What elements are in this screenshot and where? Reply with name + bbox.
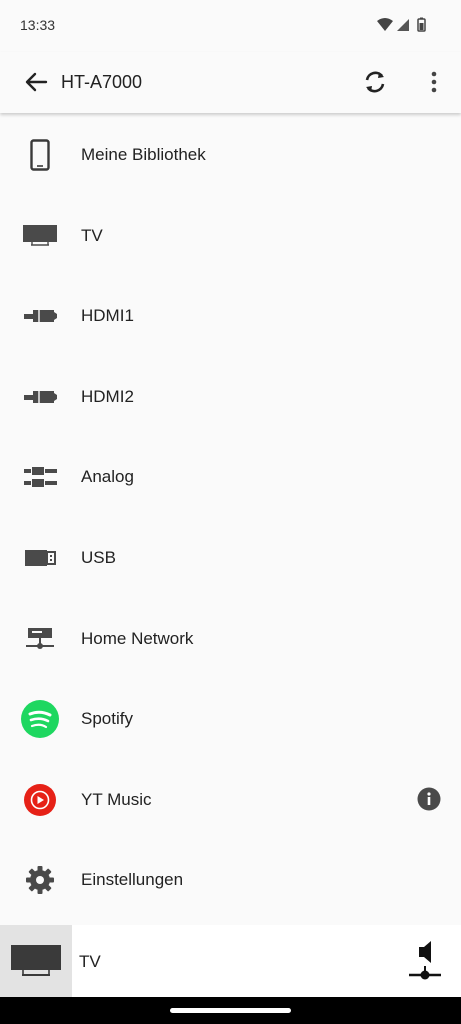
status-bar: 13:33 — [0, 0, 461, 52]
source-item-hdmi1[interactable]: HDMI1 — [0, 275, 461, 356]
page-title: HT-A7000 — [61, 72, 143, 92]
app-bar: HT-A7000 — [0, 52, 461, 113]
refresh-icon — [365, 71, 385, 93]
now-playing-label: TV — [79, 952, 101, 971]
status-icons — [377, 17, 431, 33]
settings-gear-icon — [20, 860, 60, 900]
yt-music-icon — [20, 780, 60, 820]
hdmi-icon — [20, 296, 60, 336]
home-gesture-handle[interactable] — [170, 1008, 291, 1013]
source-label: Spotify — [81, 709, 133, 729]
source-label: HDMI2 — [81, 386, 134, 406]
now-playing-thumbnail — [0, 925, 72, 997]
source-item-home-network[interactable]: Home Network — [0, 598, 461, 679]
tv-icon — [11, 945, 61, 976]
source-label: Meine Bibliothek — [81, 145, 206, 164]
source-label: Einstellungen — [81, 870, 184, 890]
spotify-icon — [20, 699, 60, 739]
source-item-einstellungen[interactable]: Einstellungen — [0, 839, 461, 920]
more-vert-icon — [431, 71, 437, 93]
arrow-back-icon — [25, 72, 48, 92]
source-list: Meine Bibliothek TV HDMI1 HDMI2 Analog U… — [0, 114, 461, 920]
battery-icon — [417, 17, 426, 32]
source-label: TV — [81, 225, 103, 245]
source-label: HDMI1 — [81, 306, 134, 326]
volume-button[interactable] — [405, 939, 445, 985]
more-options-button[interactable] — [424, 68, 444, 96]
source-item-tv[interactable]: TV — [0, 195, 461, 276]
system-nav-bar — [0, 997, 461, 1024]
info-button[interactable] — [417, 787, 441, 811]
back-button[interactable] — [22, 68, 50, 96]
status-time: 13:33 — [20, 17, 56, 33]
source-label: USB — [81, 547, 116, 567]
info-icon — [417, 787, 441, 811]
now-playing-bar[interactable]: TV — [0, 925, 461, 997]
tv-icon — [20, 216, 60, 256]
source-item-analog[interactable]: Analog — [0, 436, 461, 517]
usb-icon — [20, 538, 60, 578]
source-label: Analog — [81, 467, 134, 487]
source-item-spotify[interactable]: Spotify — [0, 678, 461, 759]
analog-cable-icon — [20, 457, 60, 497]
hdmi-icon — [20, 377, 60, 417]
cell-signal-icon — [397, 19, 409, 31]
wifi-icon — [377, 18, 393, 31]
source-item-usb[interactable]: USB — [0, 517, 461, 598]
source-label: Home Network — [81, 628, 194, 648]
source-item-meine-bibliothek[interactable]: Meine Bibliothek — [0, 114, 461, 195]
source-item-yt-music[interactable]: YT Music — [0, 759, 461, 840]
source-label: YT Music — [81, 789, 152, 809]
volume-slider-icon — [409, 941, 441, 980]
phone-icon — [20, 135, 60, 175]
refresh-button[interactable] — [361, 68, 389, 96]
home-network-icon — [20, 619, 60, 659]
source-item-hdmi2[interactable]: HDMI2 — [0, 356, 461, 437]
